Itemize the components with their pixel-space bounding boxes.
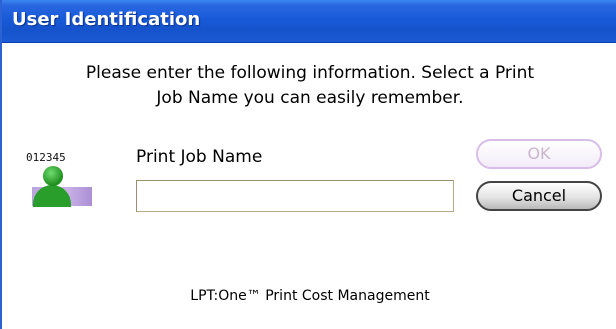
instructions-line-1: Please enter the following information. … — [85, 63, 535, 83]
title-bar[interactable]: User Identification — [2, 0, 616, 43]
instructions-text: Please enter the following information. … — [4, 61, 616, 111]
dialog-content: Please enter the following information. … — [4, 43, 616, 329]
ok-button[interactable]: OK — [476, 139, 602, 169]
window-title: User Identification — [12, 9, 201, 30]
cancel-button[interactable]: Cancel — [476, 181, 602, 211]
user-identification-dialog: User Identification Please enter the fol… — [0, 0, 616, 329]
footer-text: LPT:One™ Print Cost Management — [190, 288, 430, 304]
print-job-name-label: Print Job Name — [136, 147, 263, 167]
icon-digits: 012345 — [26, 151, 66, 164]
print-job-name-input[interactable] — [136, 180, 454, 212]
instructions-line-2: Job Name you can easily remember. — [156, 88, 464, 108]
user-id-icon: 012345 — [26, 149, 92, 213]
person-head-icon — [43, 166, 63, 186]
